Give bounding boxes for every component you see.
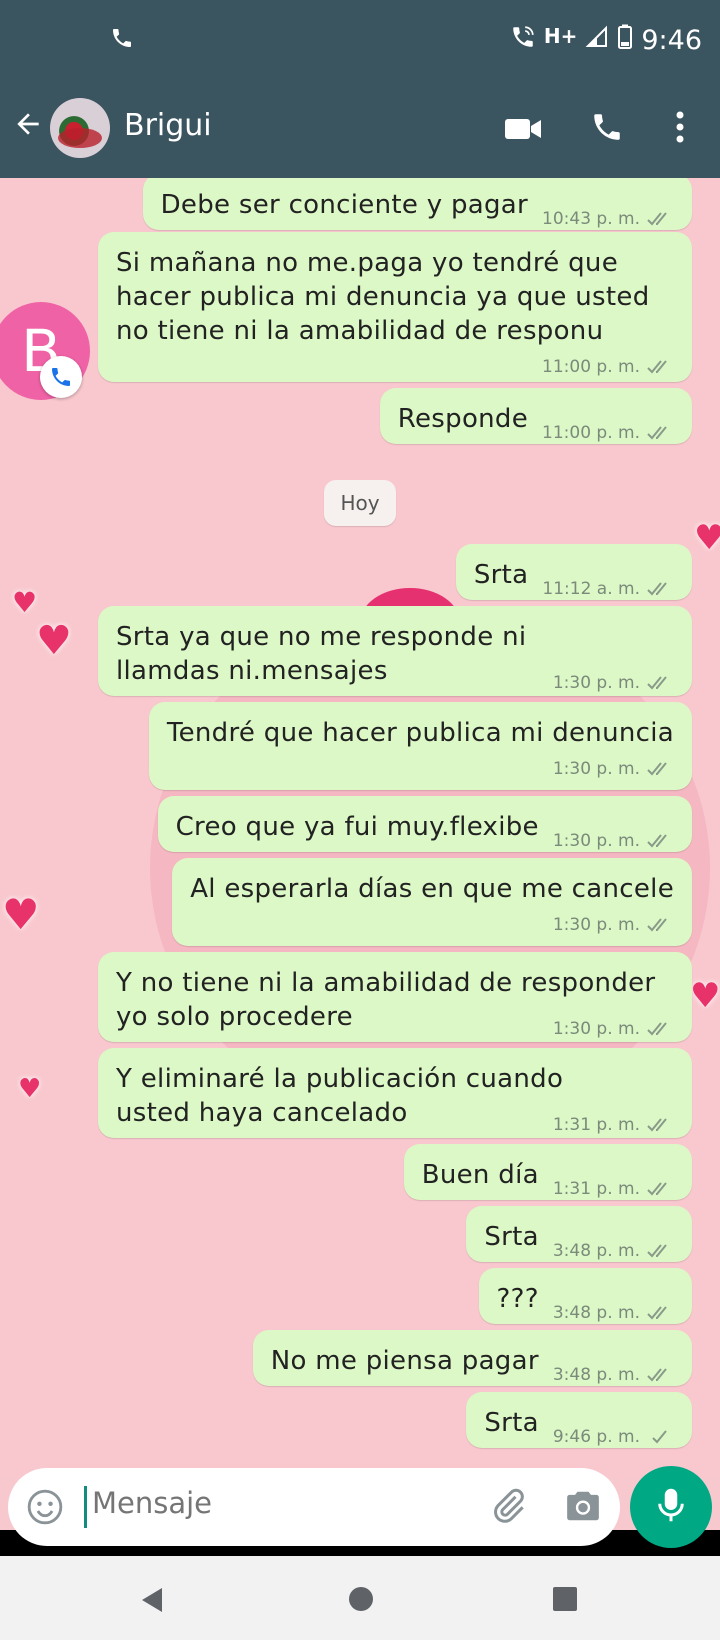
message-bubble[interactable]: Al esperarla días en que me cancele 1:30… xyxy=(172,858,692,946)
camera-icon[interactable] xyxy=(564,1488,602,1528)
video-camera-icon[interactable] xyxy=(504,116,542,146)
message-time: 11:00 p. m. xyxy=(542,423,640,443)
double-check-icon xyxy=(647,834,667,848)
message-text: Srta xyxy=(484,1222,539,1252)
message-time: 1:30 p. m. xyxy=(552,915,640,935)
double-check-icon xyxy=(647,918,667,932)
message-time: 9:46 p. m. xyxy=(552,1427,640,1447)
battery-icon xyxy=(617,24,633,57)
microphone-button[interactable] xyxy=(630,1466,712,1548)
message-text: Tendré que hacer publica mi denuncia xyxy=(166,718,674,748)
chat-header: Brigui xyxy=(0,84,720,178)
message-text: Creo que ya fui muy.flexibe xyxy=(175,812,539,842)
message-input[interactable] xyxy=(92,1486,472,1520)
message-time: 3:48 p. m. xyxy=(552,1241,640,1261)
message-text: Responde xyxy=(397,404,529,434)
heart-icon: ♥ xyxy=(2,890,40,939)
message-text: Buen día xyxy=(421,1160,539,1190)
message-text: Debe ser conciente y pagar xyxy=(160,190,529,220)
double-check-icon xyxy=(647,1244,667,1258)
message-bubble[interactable]: Y eliminaré la publicación cuando usted … xyxy=(98,1048,692,1138)
text-cursor xyxy=(84,1486,87,1528)
double-check-icon xyxy=(647,582,667,596)
heart-icon: ♥ xyxy=(12,586,38,619)
heart-icon: ♥ xyxy=(690,976,720,1016)
message-text: Srta xyxy=(473,560,529,590)
message-time: 3:48 p. m. xyxy=(552,1365,640,1385)
message-time: 11:12 a. m. xyxy=(542,579,640,599)
double-check-icon xyxy=(647,676,667,690)
message-bubble[interactable]: Srta 3:48 p. m. xyxy=(466,1206,692,1262)
double-check-icon xyxy=(647,1118,667,1132)
message-time: 11:00 p. m. xyxy=(542,357,640,377)
wifi-call-icon xyxy=(510,24,536,57)
message-bubble[interactable]: Debe ser conciente y pagar 10:43 p. m. xyxy=(142,178,692,230)
double-check-icon xyxy=(647,1022,667,1036)
microphone-icon xyxy=(656,1486,686,1528)
message-bubble[interactable]: ??? 3:48 p. m. xyxy=(478,1268,692,1324)
message-bubble[interactable]: Si mañana no me.paga yo tendré que hacer… xyxy=(98,232,692,382)
message-bubble[interactable]: Buen día 1:31 p. m. xyxy=(403,1144,692,1200)
contact-name[interactable]: Brigui xyxy=(124,108,212,143)
message-text: Si mañana no me.paga yo tendré que hacer… xyxy=(116,248,650,346)
arrow-left-icon[interactable] xyxy=(12,108,44,144)
circle-home-icon[interactable] xyxy=(348,1586,374,1616)
phone-icon xyxy=(110,26,134,54)
message-time: 1:31 p. m. xyxy=(552,1115,640,1135)
paperclip-icon[interactable] xyxy=(488,1486,528,1530)
phone-icon xyxy=(40,356,82,398)
message-text: No me piensa pagar xyxy=(270,1346,539,1376)
message-text: Al esperarla días en que me cancele xyxy=(190,874,674,904)
message-time: 1:31 p. m. xyxy=(552,1179,640,1199)
double-check-icon xyxy=(647,1306,667,1320)
double-check-icon xyxy=(647,1368,667,1382)
message-bubble[interactable]: Y no tiene ni la amabilidad de responder… xyxy=(98,952,692,1042)
chat-head-bubble[interactable]: B xyxy=(0,302,90,400)
message-time: 10:43 p. m. xyxy=(542,209,640,229)
message-bubble[interactable]: Creo que ya fui muy.flexibe 1:30 p. m. xyxy=(157,796,692,852)
signal-icon xyxy=(585,25,609,56)
message-text: Srta xyxy=(484,1408,539,1438)
single-check-icon xyxy=(652,1430,667,1444)
message-time: 1:30 p. m. xyxy=(552,759,640,779)
message-bubble[interactable]: Srta 9:46 p. m. xyxy=(466,1392,692,1448)
double-check-icon xyxy=(647,360,667,374)
message-bubble[interactable]: Tendré que hacer publica mi denuncia 1:3… xyxy=(148,702,692,790)
network-type: H+ xyxy=(543,23,578,48)
message-composer xyxy=(8,1468,620,1546)
message-time: 1:30 p. m. xyxy=(552,831,640,851)
message-bubble[interactable]: No me piensa pagar 3:48 p. m. xyxy=(252,1330,692,1386)
message-bubble[interactable]: Srta 11:12 a. m. xyxy=(455,544,692,600)
message-text: ??? xyxy=(496,1284,539,1314)
message-time: 1:30 p. m. xyxy=(552,1019,640,1039)
heart-icon: ♥ xyxy=(694,518,720,558)
heart-icon: ♥ xyxy=(18,1074,42,1104)
double-check-icon xyxy=(647,1182,667,1196)
double-check-icon xyxy=(647,762,667,776)
message-time: 1:30 p. m. xyxy=(552,673,640,693)
triangle-back-icon[interactable] xyxy=(138,1586,166,1618)
double-check-icon xyxy=(647,212,667,226)
message-bubble[interactable]: Responde 11:00 p. m. xyxy=(379,388,692,444)
status-bar: H+ 9:46 xyxy=(0,0,720,84)
square-recents-icon[interactable] xyxy=(552,1586,578,1616)
phone-icon[interactable] xyxy=(590,110,624,148)
status-time: 9:46 xyxy=(641,25,702,56)
heart-icon: ♥ xyxy=(36,618,72,664)
system-navigation-bar xyxy=(0,1556,720,1640)
avatar[interactable] xyxy=(50,98,110,158)
more-vertical-icon[interactable] xyxy=(670,110,690,148)
message-list[interactable]: ♥ ♥ ♥ ♥ ♥ ♥ ♥ Debe ser conciente y pagar… xyxy=(0,178,720,1478)
double-check-icon xyxy=(647,426,667,440)
message-bubble[interactable]: Srta ya que no me responde ni llamdas ni… xyxy=(98,606,692,696)
message-time: 3:48 p. m. xyxy=(552,1303,640,1323)
date-separator: Hoy xyxy=(324,480,396,526)
smiley-icon[interactable] xyxy=(26,1488,64,1530)
